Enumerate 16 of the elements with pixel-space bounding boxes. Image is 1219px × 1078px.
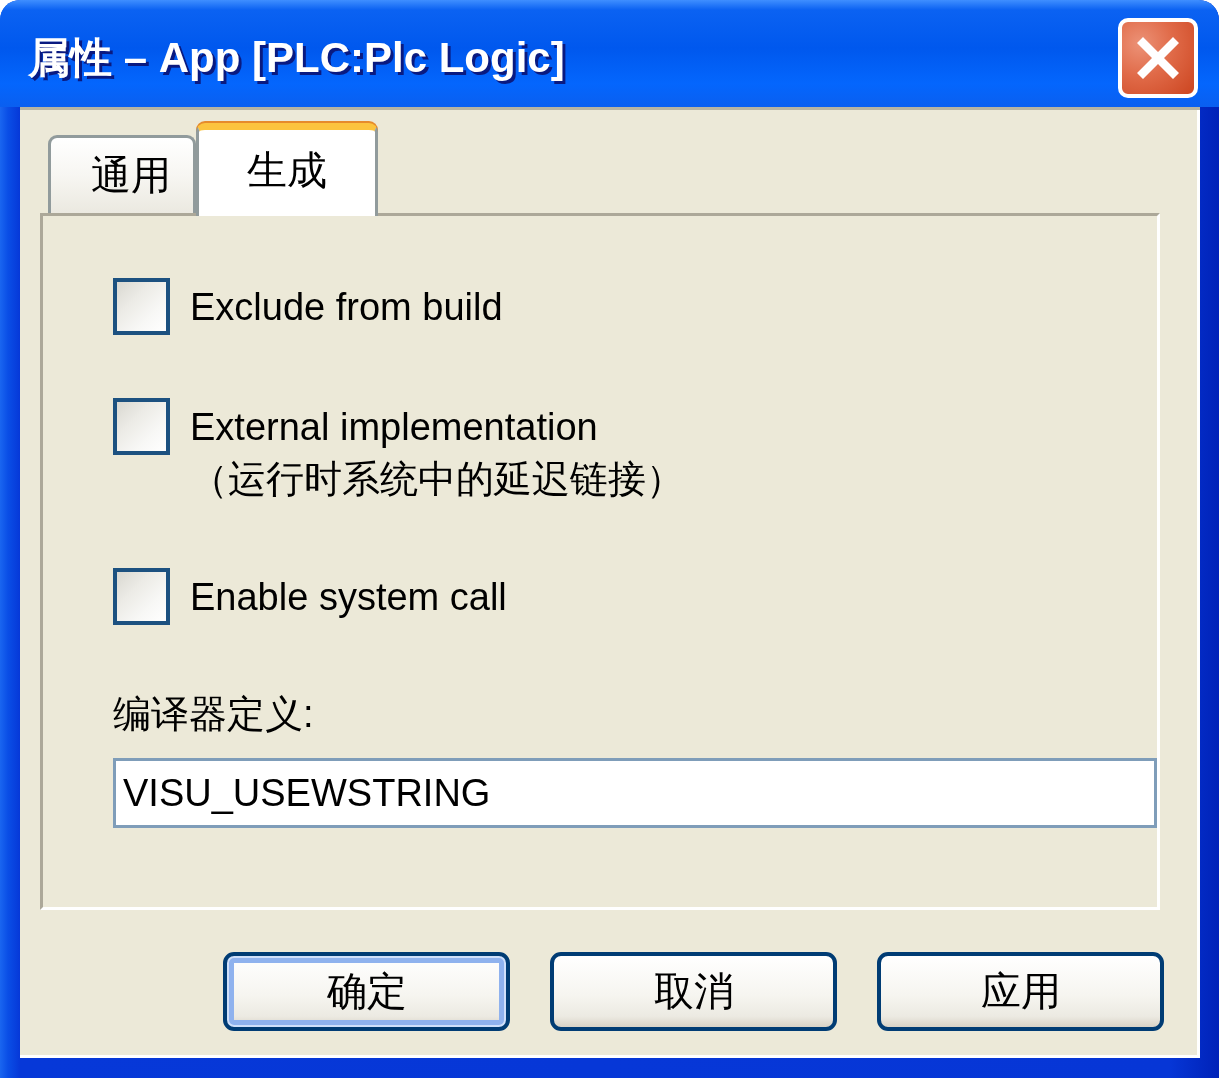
close-icon <box>1137 36 1179 79</box>
checkbox[interactable] <box>113 278 170 335</box>
checkbox[interactable] <box>113 398 170 455</box>
input-field[interactable]: VISU_USEWSTRING <box>113 758 1157 828</box>
dialog-button[interactable]: 取消 <box>550 952 837 1031</box>
checkbox-label: Exclude from build <box>190 285 503 330</box>
tab[interactable]: 生成 <box>196 123 378 216</box>
tab[interactable]: 通用 <box>48 135 196 213</box>
close-button[interactable] <box>1118 17 1198 98</box>
checkbox[interactable] <box>113 568 170 625</box>
window-title: 属性 – App [PLC:Plc Logic] <box>28 32 565 83</box>
dialog-button[interactable]: 应用 <box>877 952 1164 1031</box>
field-label: 编译器定义: <box>113 692 314 737</box>
dialog-button[interactable]: 确定 <box>223 952 510 1031</box>
checkbox-label: Enable system call <box>190 575 507 620</box>
checkbox-label: External implementation （运行时系统中的延迟链接） <box>190 405 684 502</box>
